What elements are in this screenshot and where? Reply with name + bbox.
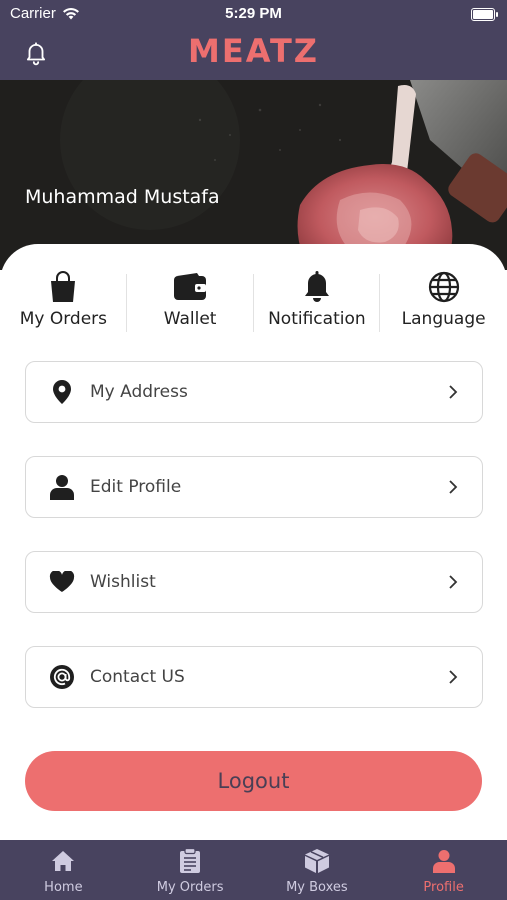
chevron-right-icon [449, 480, 458, 494]
menu-row-contact-us[interactable]: Contact US [25, 646, 483, 708]
quick-action-my-orders[interactable]: My Orders [0, 270, 127, 338]
heart-icon [49, 569, 75, 595]
location-pin-icon [49, 379, 75, 405]
at-sign-icon [49, 664, 75, 690]
profile-banner: Muhammad Mustafa [0, 80, 507, 270]
tab-profile[interactable]: Profile [380, 840, 507, 900]
tab-label: My Boxes [286, 880, 348, 895]
tab-my-orders[interactable]: My Orders [127, 840, 254, 900]
profile-icon [431, 848, 457, 874]
quick-action-label: Language [401, 309, 486, 329]
tab-label: My Orders [156, 880, 224, 895]
quick-actions: My Orders Wallet Notification Language [0, 270, 507, 338]
chevron-right-icon [449, 670, 458, 684]
quick-action-label: My Orders [19, 309, 108, 329]
clipboard-icon [177, 848, 203, 874]
status-time: 5:29 PM [225, 5, 282, 22]
quick-action-language[interactable]: Language [380, 270, 507, 338]
status-bar: Carrier 5:29 PM [0, 0, 507, 30]
menu-row-label: Edit Profile [90, 477, 182, 497]
tab-label: Home [44, 880, 83, 895]
menu-row-label: Contact US [90, 667, 185, 687]
menu-row-edit-profile[interactable]: Edit Profile [25, 456, 483, 518]
bottom-tab-bar: Home My Orders My Boxes Profile [0, 840, 507, 900]
wallet-icon [173, 270, 207, 304]
menu-row-wishlist[interactable]: Wishlist [25, 551, 483, 613]
logout-label: Logout [217, 769, 290, 793]
banner-image [0, 80, 507, 270]
home-icon [50, 848, 76, 874]
chevron-right-icon [449, 385, 458, 399]
app-bar: MEATZ [0, 30, 507, 80]
menu-row-label: Wishlist [90, 572, 156, 592]
tab-home[interactable]: Home [0, 840, 127, 900]
shopping-bag-icon [46, 270, 80, 304]
quick-action-label: Wallet [163, 309, 217, 329]
quick-action-wallet[interactable]: Wallet [127, 270, 254, 338]
tab-label: Profile [423, 880, 464, 895]
box-icon [304, 848, 330, 874]
menu-row-my-address[interactable]: My Address [25, 361, 483, 423]
quick-action-label: Notification [268, 309, 366, 329]
menu-row-label: My Address [90, 382, 188, 402]
chevron-right-icon [449, 575, 458, 589]
user-name: Muhammad Mustafa [25, 186, 220, 208]
globe-icon [427, 270, 461, 304]
person-icon [49, 474, 75, 500]
tab-my-boxes[interactable]: My Boxes [254, 840, 381, 900]
battery-icon [471, 8, 498, 21]
logout-button[interactable]: Logout [25, 751, 482, 811]
app-logo: MEATZ [187, 32, 319, 70]
quick-action-notification[interactable]: Notification [254, 270, 381, 338]
bell-icon [300, 270, 334, 304]
